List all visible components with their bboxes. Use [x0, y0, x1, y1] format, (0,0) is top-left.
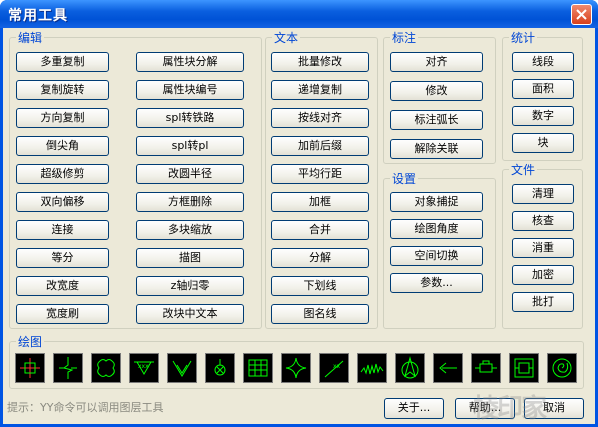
- edit-col1-button-9[interactable]: 改宽度: [16, 276, 109, 296]
- group-draw-label: 绘图: [16, 335, 45, 349]
- edit-col2-button-5[interactable]: 改圆半径: [136, 164, 244, 184]
- stats-button-2[interactable]: 面积: [512, 79, 574, 99]
- settings-button-2[interactable]: 绘图角度: [390, 219, 483, 239]
- break-line-icon: [59, 357, 77, 379]
- edit-col2-button-6[interactable]: 方框删除: [136, 192, 244, 212]
- draw-tool-slope[interactable]: xx: [319, 353, 349, 383]
- dialog-window: 常用工具 编辑 文本 标注 设置 统计 文件 绘图 多重复制 复制旋转 方向复制…: [0, 0, 598, 427]
- text-button-8[interactable]: 分解: [271, 248, 369, 268]
- draw-tool-table[interactable]: [243, 353, 273, 383]
- stats-button-4[interactable]: 块: [512, 133, 574, 153]
- text-button-3[interactable]: 按线对齐: [271, 108, 369, 128]
- settings-button-3[interactable]: 空间切换: [390, 246, 483, 266]
- triangle-mark-icon: [172, 360, 192, 377]
- arrow-left-icon: [439, 362, 457, 374]
- edit-col2-button-2[interactable]: 属性块编号: [136, 80, 244, 100]
- svg-text:xxx: xxx: [138, 363, 149, 370]
- edit-col2-button-4[interactable]: spl转pl: [136, 136, 244, 156]
- crosshair-target-icon: [20, 358, 40, 378]
- north-arrow-icon: [401, 356, 419, 379]
- edit-col1-button-10[interactable]: 宽度刷: [16, 304, 109, 324]
- edit-col1-button-5[interactable]: 超级修剪: [16, 164, 109, 184]
- group-edit-label: 编辑: [16, 31, 45, 45]
- circle-cross-icon: [214, 359, 226, 376]
- text-button-9[interactable]: 下划线: [271, 276, 369, 296]
- dim-button-3[interactable]: 标注弧长: [390, 110, 483, 130]
- file-button-1[interactable]: 清理: [512, 184, 574, 204]
- draw-tool-spiral[interactable]: [547, 353, 577, 383]
- stats-button-3[interactable]: 数字: [512, 106, 574, 126]
- text-button-2[interactable]: 递增复制: [271, 80, 369, 100]
- edit-col2-button-8[interactable]: 描图: [136, 248, 244, 268]
- dialog-client: 编辑 文本 标注 设置 统计 文件 绘图 多重复制复制旋转方向复制倒尖角超级修剪…: [3, 28, 595, 424]
- text-button-6[interactable]: 加框: [271, 192, 369, 212]
- file-button-5[interactable]: 批打: [512, 292, 574, 312]
- close-icon: [576, 9, 587, 20]
- group-stats-label: 统计: [509, 31, 538, 45]
- draw-tool-frame[interactable]: [509, 353, 539, 383]
- component-block-icon: [475, 360, 497, 373]
- group-text-label: 文本: [272, 31, 301, 45]
- draw-tool-north[interactable]: [395, 353, 425, 383]
- edit-col2-button-3[interactable]: spl转铁路: [136, 108, 244, 128]
- watermark-logo: 棱印家: [473, 394, 547, 424]
- title-bar[interactable]: 常用工具: [0, 0, 598, 28]
- draw-tool-arrow[interactable]: [433, 353, 463, 383]
- draw-tool-component[interactable]: [471, 353, 501, 383]
- edit-col1-button-2[interactable]: 复制旋转: [16, 80, 109, 100]
- four-point-star-icon: [285, 357, 307, 379]
- window-title: 常用工具: [8, 8, 68, 24]
- draw-tool-crosshair[interactable]: [15, 353, 45, 383]
- cloud-outline-icon: [97, 359, 115, 377]
- dim-button-4[interactable]: 解除关联: [390, 139, 483, 159]
- file-button-2[interactable]: 核查: [512, 211, 574, 231]
- file-button-3[interactable]: 消重: [512, 238, 574, 258]
- group-settings-label: 设置: [390, 172, 419, 186]
- draw-tool-section[interactable]: xxx: [129, 353, 159, 383]
- text-button-10[interactable]: 图名线: [271, 304, 369, 324]
- settings-button-1[interactable]: 对象捕捉: [390, 192, 483, 212]
- dim-button-2[interactable]: 修改: [390, 81, 483, 101]
- spiral-circle-icon: [552, 358, 572, 378]
- edit-col1-button-6[interactable]: 双向偏移: [16, 192, 109, 212]
- dim-button-1[interactable]: 对齐: [390, 52, 483, 72]
- draw-tool-cloud[interactable]: [91, 353, 121, 383]
- draw-tool-triangle[interactable]: [167, 353, 197, 383]
- text-button-4[interactable]: 加前后缀: [271, 136, 369, 156]
- text-button-7[interactable]: 合并: [271, 220, 369, 240]
- edit-col1-button-8[interactable]: 等分: [16, 248, 109, 268]
- frame-block-icon: [514, 358, 534, 378]
- slope-line-icon: xx: [324, 360, 344, 378]
- draw-tool-break-line[interactable]: [53, 353, 83, 383]
- edit-col2-button-1[interactable]: 属性块分解: [136, 52, 244, 72]
- edit-col2-button-9[interactable]: z轴归零: [136, 276, 244, 296]
- edit-col1-button-3[interactable]: 方向复制: [16, 108, 109, 128]
- group-dim-label: 标注: [390, 31, 419, 45]
- edit-col2-button-7[interactable]: 多块缩放: [136, 220, 244, 240]
- settings-button-4[interactable]: 参数...: [390, 273, 483, 293]
- zigzag-break-icon: [360, 363, 384, 375]
- draw-tool-circle-cross[interactable]: [205, 353, 235, 383]
- text-button-5[interactable]: 平均行距: [271, 164, 369, 184]
- edit-col2-button-10[interactable]: 改块中文本: [136, 304, 244, 324]
- grid-table-icon: [248, 359, 268, 377]
- edit-col1-button-4[interactable]: 倒尖角: [16, 136, 109, 156]
- edit-col1-button-7[interactable]: 连接: [16, 220, 109, 240]
- group-file-label: 文件: [509, 163, 538, 177]
- draw-tool-zigzag[interactable]: [357, 353, 387, 383]
- close-button[interactable]: [571, 4, 592, 25]
- file-button-4[interactable]: 加密: [512, 265, 574, 285]
- svg-text:xx: xx: [333, 363, 341, 370]
- hint-text: 提示：YY命令可以调用图层工具: [7, 401, 164, 414]
- text-button-1[interactable]: 批量修改: [271, 52, 369, 72]
- cross-section-icon: xxx: [134, 361, 154, 375]
- about-button[interactable]: 关于...: [384, 398, 444, 419]
- draw-tool-star[interactable]: [281, 353, 311, 383]
- stats-button-1[interactable]: 线段: [512, 52, 574, 72]
- edit-col1-button-1[interactable]: 多重复制: [16, 52, 109, 72]
